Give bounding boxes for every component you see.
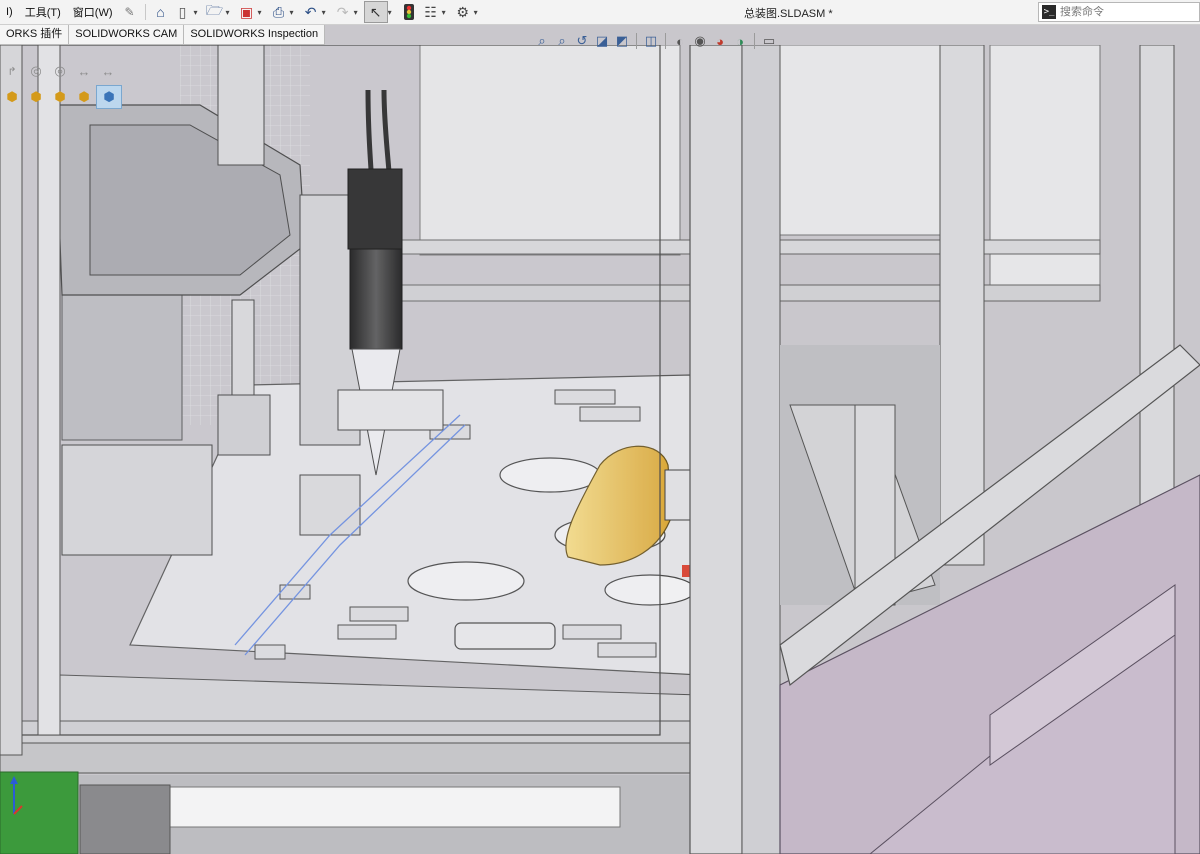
distance-mate-icon[interactable]: ↔	[72, 60, 96, 82]
component-icon[interactable]: ⬢	[72, 86, 96, 108]
mate-toolbar: ↱ ◎ ◎ ↔ ↔ ⬢ ⬢ ⬢ ⬢ ⬢	[0, 58, 140, 110]
view-settings-icon[interactable]: ▭	[759, 31, 779, 51]
arrow-icon[interactable]: ↱	[0, 60, 24, 82]
component-icon[interactable]: ⬢	[48, 86, 72, 108]
frame-post-left	[0, 45, 23, 756]
command-search-input[interactable]	[1060, 6, 1190, 18]
document-title: 总装图.SLDASM *	[744, 8, 833, 20]
reference-triad	[10, 776, 23, 815]
command-search[interactable]: >_	[1038, 2, 1200, 22]
undo-dropdown-icon[interactable]: ▾	[322, 8, 326, 17]
command-manager-tabs: ORKS 插件 SOLIDWORKS CAM SOLIDWORKS Inspec…	[0, 25, 326, 45]
view-toolbar-separator	[754, 33, 755, 49]
display-style-icon[interactable]: ◐	[670, 31, 690, 51]
frame-post-center-back	[741, 45, 781, 854]
lower-shaft	[169, 786, 621, 828]
options-gear-icon[interactable]: ⚙	[452, 2, 474, 22]
frame-post	[37, 45, 61, 736]
frame-post-right	[939, 45, 985, 566]
dynamic-annotation-icon[interactable]: ◩	[612, 31, 632, 51]
new-document-icon[interactable]: ▯	[172, 2, 194, 22]
tab-addins[interactable]: ORKS 插件	[0, 25, 70, 44]
save-dropdown-icon[interactable]: ▾	[258, 8, 262, 17]
component-icon[interactable]: ⬢	[24, 86, 48, 108]
tab-solidworks-cam[interactable]: SOLIDWORKS CAM	[69, 25, 185, 44]
rear-window-panel-right	[779, 45, 941, 236]
menu-item-tools[interactable]: 工具(T)	[19, 4, 67, 20]
print-dropdown-icon[interactable]: ▾	[290, 8, 294, 17]
glass-door-panel	[19, 45, 661, 736]
hide-show-items-icon[interactable]: ◉	[690, 31, 710, 51]
home-icon[interactable]: ⌂	[150, 2, 172, 22]
terminal-prompt-icon: >_	[1042, 5, 1056, 19]
coincident-mate-icon[interactable]: ◎	[48, 60, 72, 82]
component-icon[interactable]: ⬢	[0, 86, 24, 108]
view-toolbar-separator	[665, 33, 666, 49]
new-dropdown-icon[interactable]: ▾	[194, 8, 198, 17]
print-icon[interactable]: ⎙	[268, 2, 290, 22]
concentric-mate-icon[interactable]: ◎	[24, 60, 48, 82]
view-orientation-icon[interactable]: ◫	[641, 31, 661, 51]
zoom-to-area-icon[interactable]: ⌕	[552, 31, 572, 51]
mate-toolbar-row: ↱ ◎ ◎ ↔ ↔	[0, 58, 140, 84]
tab-solidworks-inspection[interactable]: SOLIDWORKS Inspection	[184, 25, 326, 44]
options-dropdown-icon[interactable]: ▾	[474, 8, 478, 17]
lower-bracket	[79, 784, 171, 854]
pin-icon[interactable]: ✎	[119, 2, 141, 22]
frame-post-far-right	[1139, 45, 1175, 526]
component-toolbar-row: ⬢ ⬢ ⬢ ⬢ ⬢	[0, 84, 140, 110]
select-pointer-icon[interactable]: ↖	[363, 1, 388, 23]
section-view-icon[interactable]: ◪	[592, 31, 612, 51]
properties-dropdown-icon[interactable]: ▾	[442, 8, 446, 17]
graphics-viewport[interactable]	[0, 45, 1200, 854]
undo-icon[interactable]: ↶	[300, 2, 322, 22]
apply-scene-icon[interactable]: ◑	[730, 31, 750, 51]
menu-item-window[interactable]: 窗口(W)	[67, 4, 119, 20]
frame-post-center	[689, 45, 743, 854]
toolbar-separator	[144, 4, 146, 20]
file-properties-icon[interactable]: ☷	[420, 2, 442, 22]
save-icon[interactable]: ▣	[236, 2, 258, 22]
zoom-to-fit-icon[interactable]: ⌕	[532, 31, 552, 51]
menu-item-insert[interactable]: I)	[0, 6, 19, 18]
angle-mate-icon[interactable]: ↔	[96, 60, 120, 82]
component-selected-icon[interactable]: ⬢	[96, 85, 122, 109]
edit-appearance-icon[interactable]: ◕	[710, 31, 730, 51]
rebuild-traffic-light-icon[interactable]	[398, 2, 420, 22]
traffic-light-graphic	[403, 4, 414, 20]
base-rail-lower	[0, 742, 701, 774]
redo-dropdown-icon[interactable]: ▾	[354, 8, 358, 17]
heads-up-view-toolbar: ⌕ ⌕ ↺ ◪ ◩ ◫ ◐ ◉ ◕ ◑ ▭	[532, 30, 779, 52]
select-dropdown-icon[interactable]: ▾	[388, 8, 392, 17]
previous-view-icon[interactable]: ↺	[572, 31, 592, 51]
open-folder-icon[interactable]: 🗁	[204, 2, 226, 22]
view-toolbar-separator	[636, 33, 637, 49]
main-toolbar: I) 工具(T) 窗口(W) ✎ ⌂ ▯ ▾ 🗁 ▾ ▣ ▾ ⎙ ▾ ↶ ▾ ↷ ▾ ↖ ▾ …	[0, 0, 1200, 25]
redo-icon[interactable]: ↷	[332, 2, 354, 22]
open-dropdown-icon[interactable]: ▾	[226, 8, 230, 17]
gripper-mount	[664, 469, 691, 521]
rear-window-panel-far	[989, 45, 1101, 296]
